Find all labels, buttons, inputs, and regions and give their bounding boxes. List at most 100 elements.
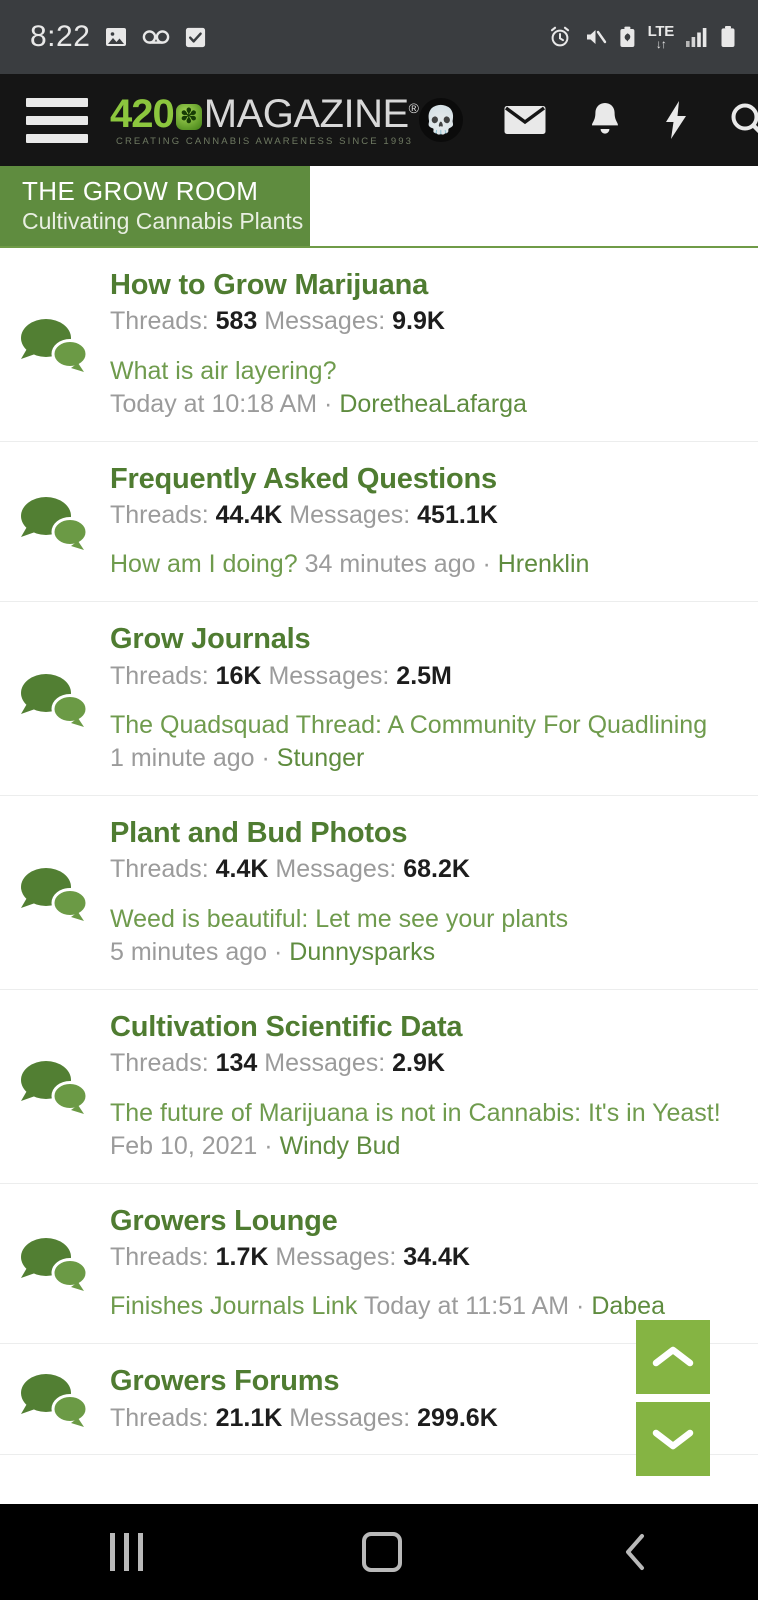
forum-stats: Threads: 44.4K Messages: 451.1K <box>110 499 742 532</box>
threads-label: Threads: <box>110 1403 209 1432</box>
status-bar: 8:22 LTE ↓↑ <box>0 0 758 74</box>
latest-thread-link[interactable]: Weed is beautiful: Let me see your plant… <box>110 905 568 933</box>
forum-bubbles-icon <box>21 1374 89 1428</box>
forum-row-body: Cultivation Scientific Data Threads: 134 … <box>110 1010 742 1163</box>
messages-label: Messages: <box>264 1049 386 1078</box>
status-bar-left: 8:22 <box>30 20 207 54</box>
lightning-bolt-icon[interactable] <box>663 100 689 140</box>
latest-post: How am I doing? 34 minutes ago · Hrenkli… <box>110 548 742 581</box>
forum-name-link[interactable]: Grow Journals <box>110 622 742 656</box>
data-arrows: ↓↑ <box>655 37 667 51</box>
search-icon[interactable] <box>729 101 758 139</box>
alarm-icon <box>548 25 572 49</box>
forum-bubbles-icon <box>21 496 89 550</box>
bell-icon[interactable] <box>587 101 623 139</box>
meta-separator: · <box>274 937 283 966</box>
banner-empty-space <box>310 166 758 246</box>
forum-bubbles-icon <box>0 1204 110 1324</box>
latest-thread-link[interactable]: The future of Marijuana is not in Cannab… <box>110 1099 721 1127</box>
recents-icon[interactable] <box>109 1533 143 1571</box>
volume-muted-icon <box>583 25 607 49</box>
latest-thread-link[interactable]: What is air layering? <box>110 357 336 385</box>
messages-count: 451.1K <box>417 500 498 529</box>
messages-label: Messages: <box>275 1242 397 1271</box>
forum-row-body: Growers Lounge Threads: 1.7K Messages: 34… <box>110 1204 742 1324</box>
latest-post-author[interactable]: DoretheaLafarga <box>339 390 527 418</box>
scroll-up-button[interactable] <box>636 1320 710 1394</box>
voicemail-icon <box>142 27 170 47</box>
scroll-controls <box>636 1320 710 1476</box>
meta-separator: · <box>482 550 491 579</box>
status-clock: 8:22 <box>30 20 91 53</box>
home-icon[interactable] <box>362 1532 403 1572</box>
scroll-down-button[interactable] <box>636 1402 710 1476</box>
logo-word: MAGAZINE <box>203 91 409 136</box>
battery-saver-icon <box>618 25 637 49</box>
latest-post-author[interactable]: Stunger <box>277 744 365 772</box>
forum-bubbles-icon <box>21 1238 89 1292</box>
forum-stats: Threads: 583 Messages: 9.9K <box>110 305 742 338</box>
logo-number: 420 <box>110 91 175 136</box>
forum-stats: Threads: 134 Messages: 2.9K <box>110 1047 742 1080</box>
forum-bubbles-icon <box>21 1061 89 1115</box>
latest-post-author[interactable]: Dunnysparks <box>289 938 435 966</box>
image-icon <box>104 25 128 49</box>
checkbox-checked-icon <box>184 26 207 49</box>
messages-label: Messages: <box>289 500 411 529</box>
latest-post: What is air layering? Today at 10:18 AM ·… <box>110 355 742 421</box>
forum-name-link[interactable]: How to Grow Marijuana <box>110 268 742 302</box>
android-nav-bar <box>0 1504 758 1600</box>
logo-wordmark: 420 MAGAZINE ® <box>110 94 419 134</box>
forum-name-link[interactable]: Frequently Asked Questions <box>110 462 742 496</box>
messages-label: Messages: <box>289 1403 411 1432</box>
mail-icon[interactable] <box>503 103 547 137</box>
forum-row[interactable]: Cultivation Scientific Data Threads: 134 … <box>0 990 758 1184</box>
registered-mark: ® <box>408 99 419 116</box>
forum-bubbles-icon <box>0 1364 110 1434</box>
site-logo[interactable]: 420 MAGAZINE ® CREATING CANNABIS AWARENE… <box>110 94 419 147</box>
threads-count: 583 <box>215 307 258 336</box>
latest-post-time: Feb 10, 2021 <box>110 1131 258 1160</box>
latest-thread-link[interactable]: How am I doing? <box>110 550 298 578</box>
meta-separator: · <box>264 1131 273 1160</box>
section-title: THE GROW ROOM <box>22 176 259 207</box>
forum-row-body: How to Grow Marijuana Threads: 583 Messag… <box>110 268 742 421</box>
forum-row[interactable]: Frequently Asked Questions Threads: 44.4K… <box>0 442 758 603</box>
latest-post-time: 34 minutes ago <box>304 550 476 579</box>
threads-count: 16K <box>215 661 262 690</box>
meta-separator: · <box>261 744 270 773</box>
avatar-glyph: 💀 <box>424 104 458 135</box>
user-avatar[interactable]: 💀 <box>418 98 463 142</box>
forum-name-link[interactable]: Plant and Bud Photos <box>110 816 742 850</box>
forum-bubbles-icon <box>0 622 110 775</box>
forum-stats: Threads: 4.4K Messages: 68.2K <box>110 853 742 886</box>
forum-name-link[interactable]: Growers Lounge <box>110 1204 742 1238</box>
latest-thread-link[interactable]: Finishes Journals Link <box>110 1292 357 1320</box>
section-banner[interactable]: THE GROW ROOM Cultivating Cannabis Plant… <box>0 166 310 246</box>
messages-count: 2.5M <box>396 661 452 690</box>
forum-bubbles-icon <box>0 1010 110 1163</box>
forum-stats: Threads: 1.7K Messages: 34.4K <box>110 1241 742 1274</box>
messages-label: Messages: <box>275 855 397 884</box>
latest-post-time: 5 minutes ago <box>110 937 268 966</box>
latest-post-author[interactable]: Dabea <box>591 1292 665 1320</box>
forum-row[interactable]: Plant and Bud Photos Threads: 4.4K Messag… <box>0 796 758 990</box>
latest-post-author[interactable]: Hrenklin <box>498 550 590 578</box>
messages-label: Messages: <box>268 661 390 690</box>
latest-thread-link[interactable]: The Quadsquad Thread: A Community For Qu… <box>110 711 707 739</box>
status-bar-right: LTE ↓↑ <box>548 24 736 50</box>
forum-bubbles-icon <box>21 867 89 921</box>
threads-label: Threads: <box>110 307 209 336</box>
forum-row[interactable]: How to Grow Marijuana Threads: 583 Messag… <box>0 248 758 442</box>
messages-count: 68.2K <box>403 855 470 884</box>
phone-screen: 8:22 LTE ↓↑ 420 ✽ MAGAZINE ® CREATING CA… <box>0 0 758 1600</box>
forum-row[interactable]: Grow Journals Threads: 16K Messages: 2.5M… <box>0 602 758 797</box>
forum-row-body: Plant and Bud Photos Threads: 4.4K Messag… <box>110 816 742 969</box>
section-banner-strip: THE GROW ROOM Cultivating Cannabis Plant… <box>0 166 758 248</box>
forum-name-link[interactable]: Cultivation Scientific Data <box>110 1010 742 1044</box>
latest-post: Finishes Journals Link Today at 11:51 AM… <box>110 1290 742 1323</box>
latest-post-author[interactable]: Windy Bud <box>280 1132 401 1160</box>
back-chevron-icon[interactable] <box>622 1532 648 1572</box>
hamburger-menu-icon[interactable] <box>26 97 88 143</box>
latest-post-time: 1 minute ago <box>110 744 255 773</box>
